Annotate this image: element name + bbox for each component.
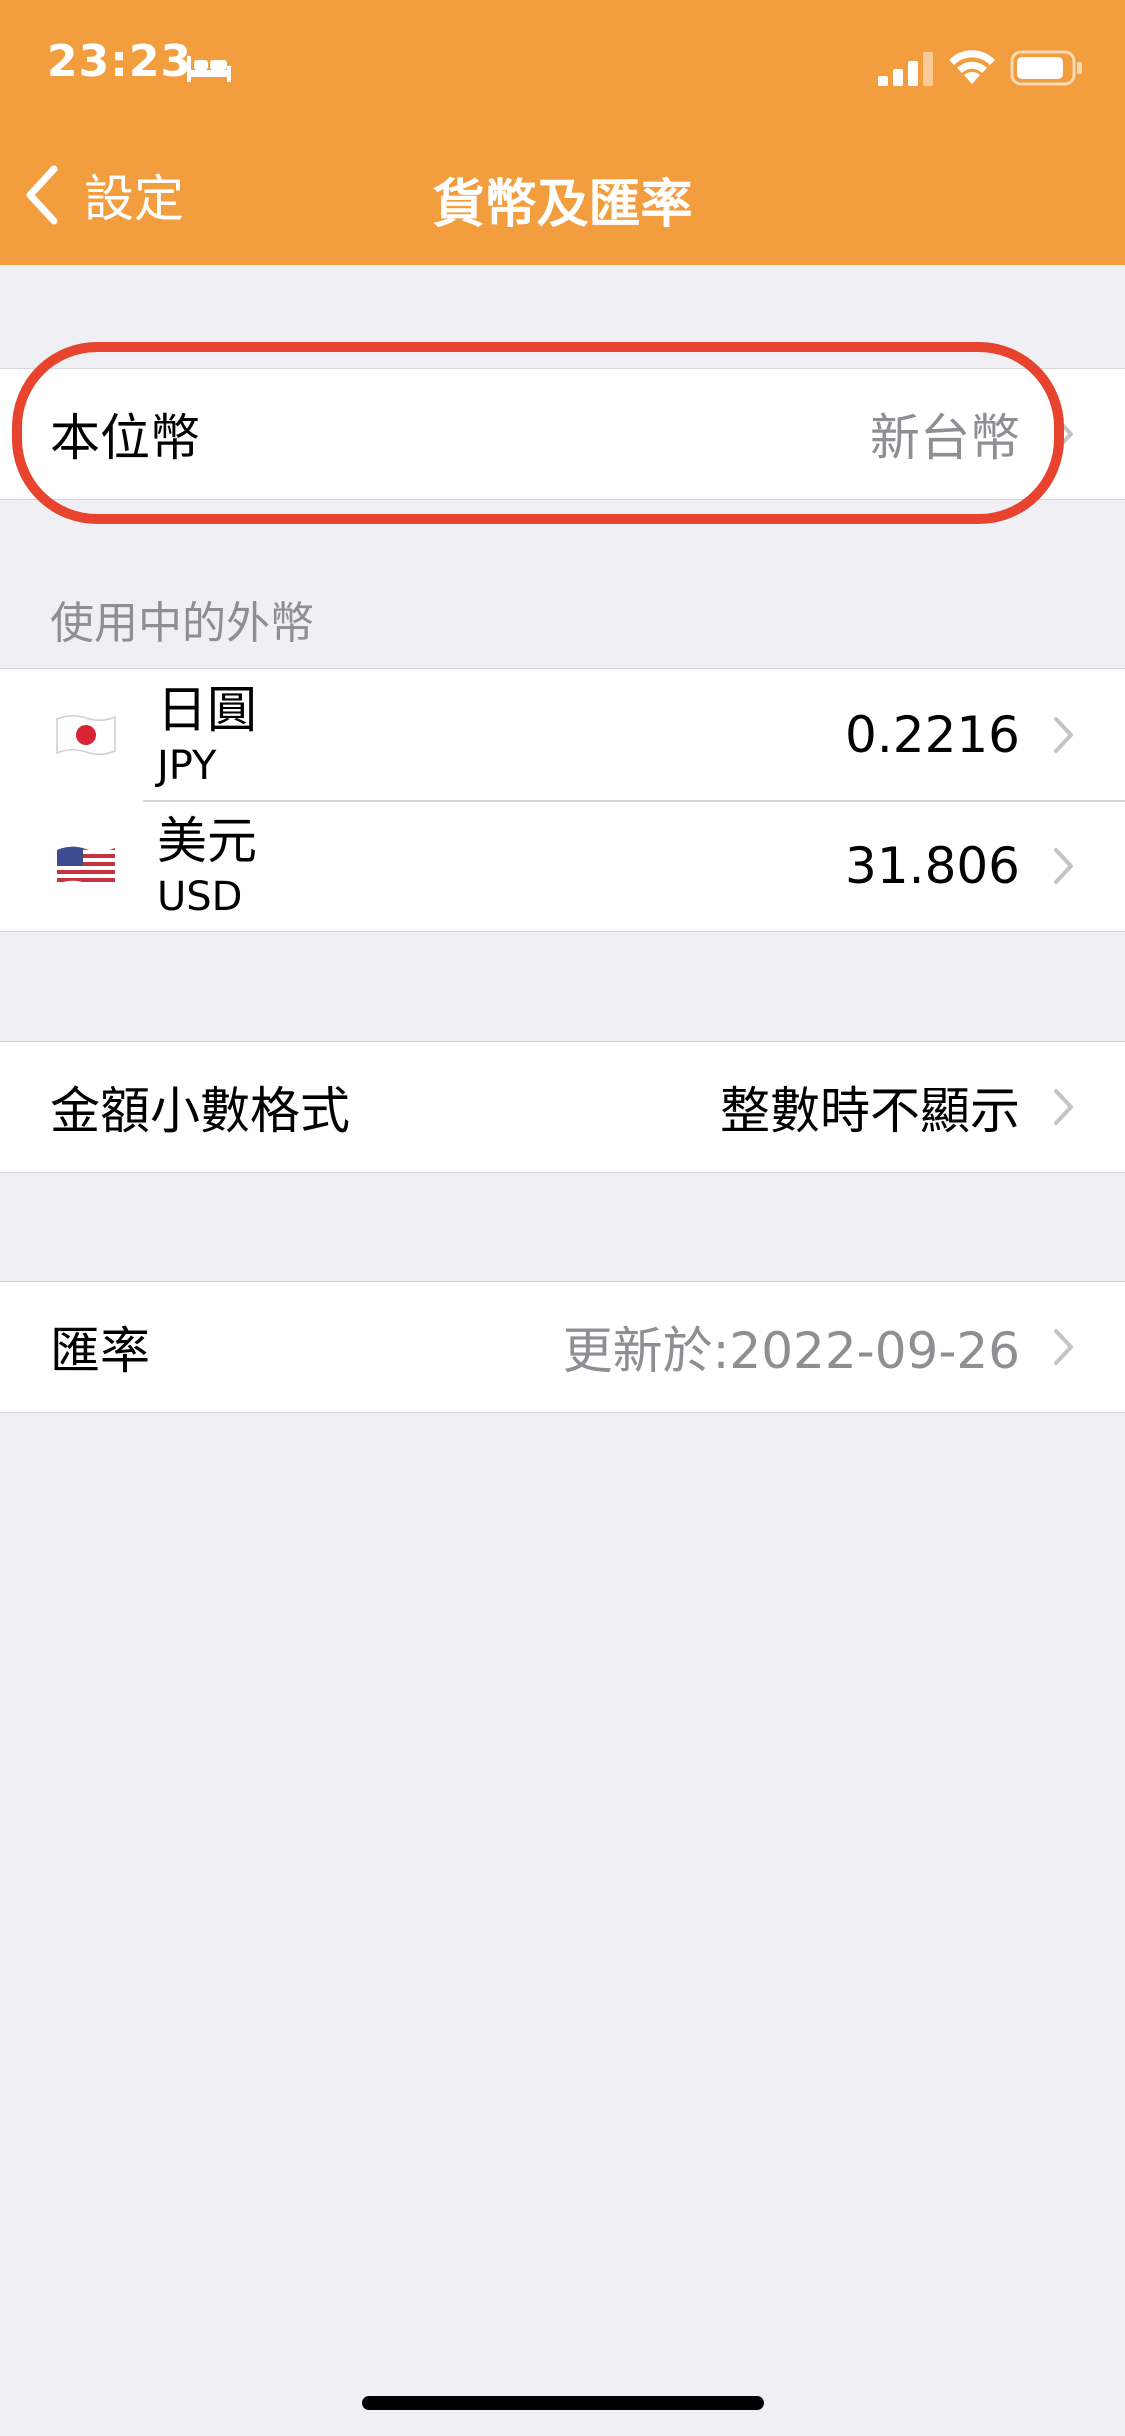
page: 23:23 設定 貨幣及匯率 本位幣 新台幣 使用中的外幣 日圓 JPY 0.2… [0, 0, 1125, 2436]
home-indicator[interactable] [362, 2396, 764, 2410]
status-time: 23:23 [47, 36, 193, 87]
japan-flag-icon [56, 714, 116, 755]
currency-names: 日圓 JPY [157, 679, 257, 791]
chevron-right-icon [1054, 1329, 1073, 1365]
chevron-right-icon [1054, 716, 1073, 753]
currency-row-usd[interactable]: 美元 USD 31.806 [0, 800, 1125, 931]
exchange-rate-label: 匯率 [50, 1322, 150, 1380]
decimal-format-value: 整數時不顯示 [720, 1082, 1020, 1140]
chevron-right-icon [1054, 416, 1073, 452]
currency-row-jpy[interactable]: 日圓 JPY 0.2216 [0, 669, 1125, 800]
currency-name: 日圓 [157, 680, 257, 739]
battery-icon [1010, 50, 1082, 86]
decimal-format-label: 金額小數格式 [50, 1082, 350, 1140]
base-currency-value: 新台幣 [870, 409, 1020, 467]
currency-code: USD [157, 873, 243, 920]
page-title: 貨幣及匯率 [432, 175, 693, 235]
base-currency-group: 本位幣 新台幣 [0, 368, 1125, 500]
foreign-currency-section-header: 使用中的外幣 [50, 598, 314, 649]
decimal-format-group: 金額小數格式 整數時不顯示 [0, 1041, 1125, 1173]
wifi-icon [949, 50, 995, 84]
decimal-format-row[interactable]: 金額小數格式 整數時不顯示 [0, 1042, 1125, 1172]
foreign-currency-group: 日圓 JPY 0.2216 美元 USD 31.806 [0, 668, 1125, 932]
currency-rate: 31.806 [845, 836, 1020, 895]
sleep-mode-icon [187, 56, 231, 82]
exchange-rate-group: 匯率 更新於:2022-09-26 [0, 1281, 1125, 1413]
us-flag-icon [57, 846, 115, 885]
chevron-right-icon [1054, 1089, 1073, 1125]
exchange-rate-value: 更新於:2022-09-26 [562, 1322, 1020, 1380]
chevron-right-icon [1054, 847, 1073, 884]
currency-code: JPY [157, 742, 217, 789]
currency-names: 美元 USD [157, 810, 257, 922]
base-currency-row[interactable]: 本位幣 新台幣 [0, 369, 1125, 499]
currency-name: 美元 [157, 811, 257, 870]
currency-rate: 0.2216 [845, 705, 1020, 764]
base-currency-label: 本位幣 [50, 409, 200, 467]
cellular-signal-icon [878, 52, 933, 86]
exchange-rate-row[interactable]: 匯率 更新於:2022-09-26 [0, 1282, 1125, 1412]
navigation-header: 23:23 設定 貨幣及匯率 [0, 0, 1125, 265]
